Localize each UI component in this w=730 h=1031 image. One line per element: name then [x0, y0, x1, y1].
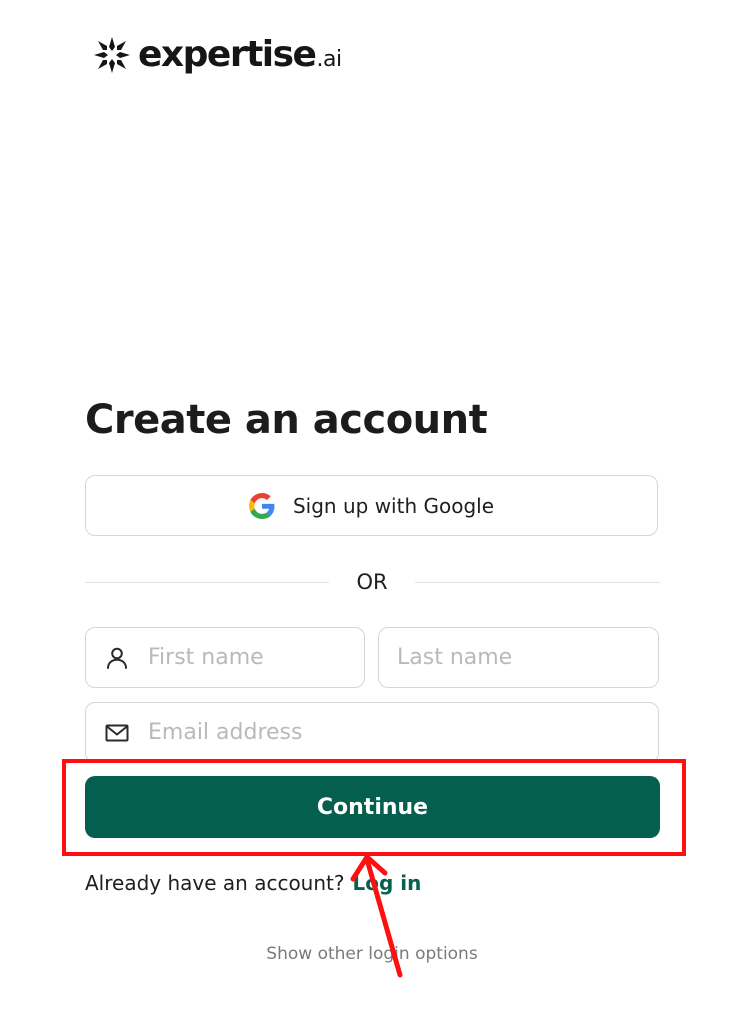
annotation-arrow	[350, 854, 403, 978]
google-signup-button[interactable]: Sign up with Google	[85, 475, 658, 536]
email-input[interactable]	[148, 703, 658, 762]
last-name-input[interactable]	[397, 628, 658, 687]
asterisk-burst-logo-icon	[94, 37, 130, 73]
google-icon	[248, 492, 275, 519]
person-icon	[107, 647, 127, 669]
show-other-login-options-link[interactable]: Show other login options	[0, 944, 730, 964]
google-signup-label: Sign up with Google	[292, 493, 495, 518]
login-prompt-text: Already have an account?	[85, 871, 345, 895]
divider-text: OR	[356, 570, 388, 594]
brand-name: expertise	[138, 34, 317, 75]
login-link[interactable]: Log in	[352, 871, 421, 895]
login-prompt: Already have an account? Log in	[85, 868, 421, 898]
first-name-field[interactable]	[85, 627, 365, 688]
continue-button[interactable]: Continue	[85, 776, 660, 838]
or-divider: OR	[85, 566, 660, 598]
brand-logo[interactable]: expertise .ai	[92, 30, 342, 80]
email-field[interactable]	[85, 702, 659, 763]
first-name-input[interactable]	[148, 628, 364, 687]
mail-icon	[105, 724, 129, 741]
last-name-field[interactable]	[378, 627, 659, 688]
brand-suffix: .ai	[316, 47, 342, 72]
divider-line	[415, 582, 660, 583]
divider-line	[85, 582, 329, 583]
page-title: Create an account	[85, 397, 488, 443]
